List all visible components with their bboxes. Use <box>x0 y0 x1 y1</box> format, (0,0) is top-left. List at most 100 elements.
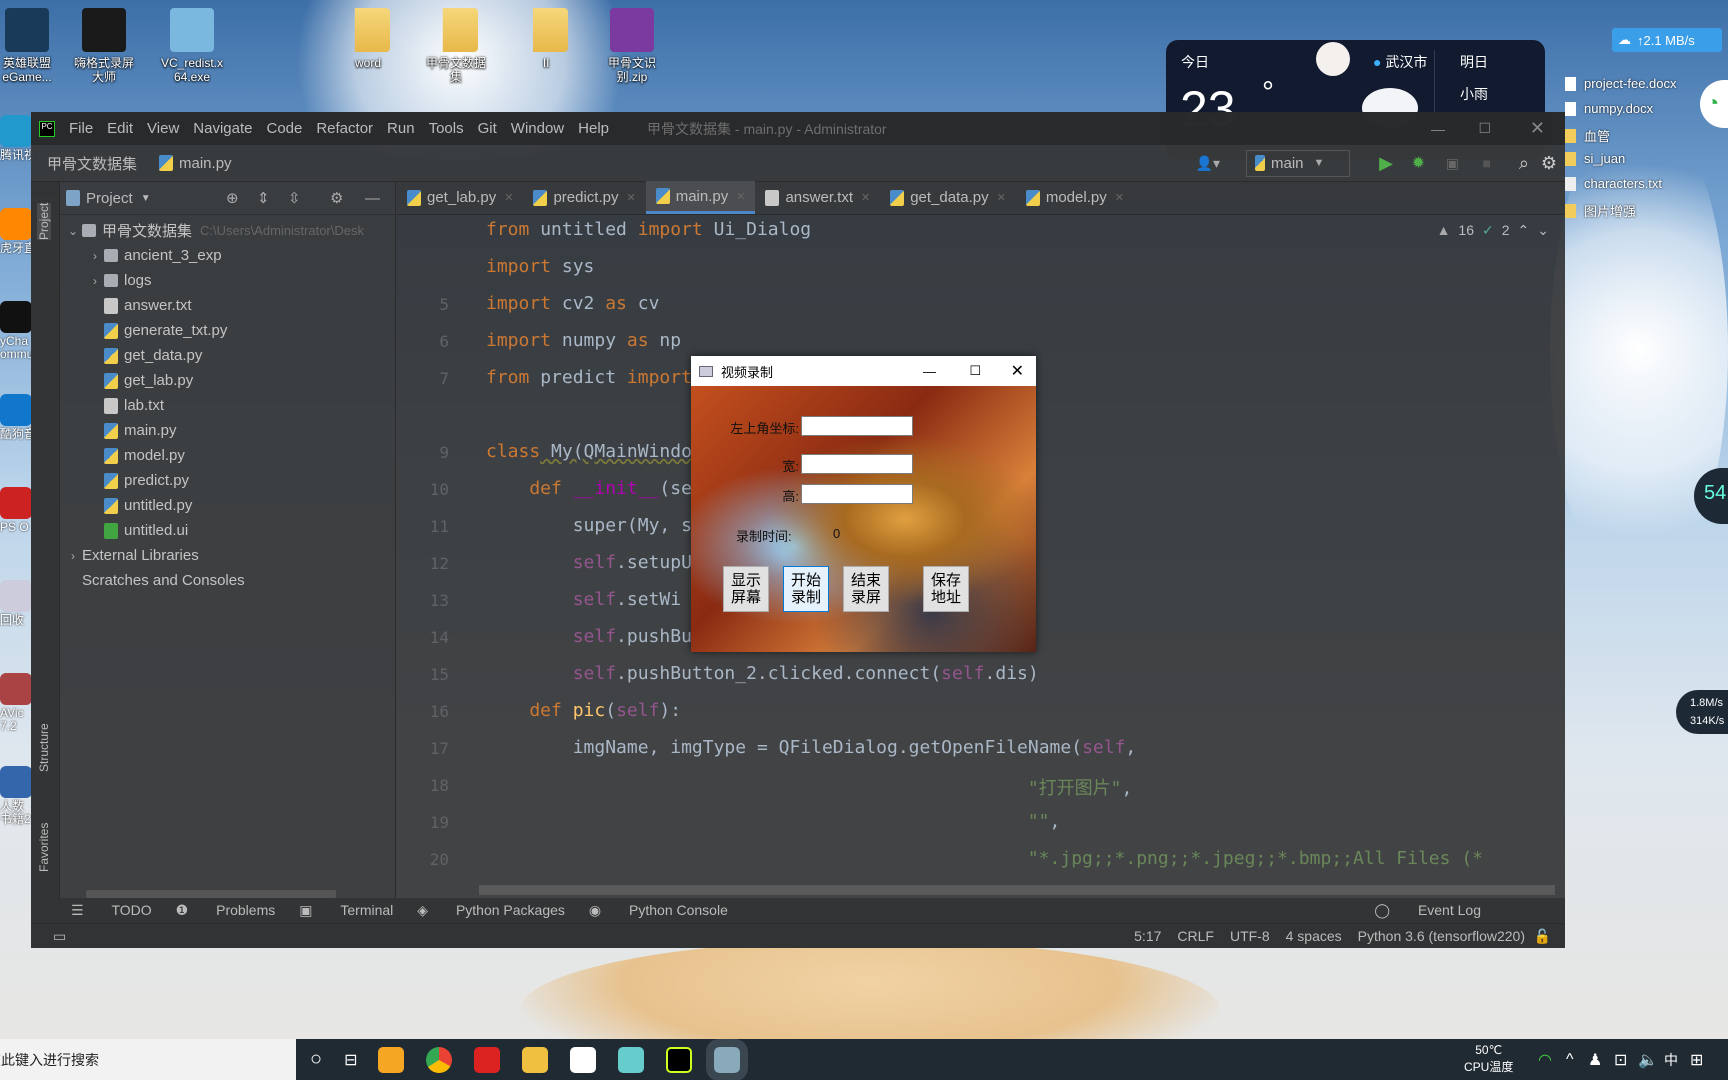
task-view-icon[interactable]: ⊟ <box>344 1050 357 1070</box>
stop-button[interactable]: ■ <box>1483 155 1491 171</box>
tab-close-icon[interactable]: ✕ <box>504 191 513 204</box>
file-explorer-icon[interactable] <box>521 1046 548 1073</box>
desktop-icon[interactable]: word <box>330 8 406 70</box>
height-input[interactable] <box>801 484 913 504</box>
status-item[interactable]: 5:17 <box>1134 928 1161 944</box>
toggle-tool-windows-icon[interactable]: ▭ <box>53 928 66 945</box>
cpu-temp[interactable]: 50℃ CPU温度 <box>1464 1042 1513 1076</box>
desktop-icon[interactable]: 酷狗音 <box>0 394 34 441</box>
menu-view[interactable]: View <box>147 120 179 137</box>
status-item[interactable]: Python 3.6 (tensorflow220) <box>1358 928 1525 944</box>
menu-tools[interactable]: Tools <box>429 120 464 137</box>
tab-get_data-py[interactable]: get_data.py ✕ <box>880 181 1016 214</box>
width-input[interactable] <box>801 454 913 474</box>
tray-chevron-up-icon[interactable]: ^ <box>1566 1051 1574 1069</box>
breadcrumb-project[interactable]: 甲骨文数据集 <box>47 153 137 174</box>
menu-window[interactable]: Window <box>511 120 564 137</box>
desktop-icon[interactable]: VC_redist.x 64.exe <box>154 8 230 84</box>
save-path-button[interactable]: 保存 地址 <box>923 566 969 612</box>
tab-answer-txt[interactable]: answer.txt ✕ <box>755 181 880 214</box>
run-config-select[interactable]: main ▼ <box>1246 149 1350 177</box>
wps-icon[interactable] <box>473 1046 500 1073</box>
net-monitor-widget[interactable]: 1.8M/s 314K/s <box>1676 690 1728 734</box>
stripe-project[interactable]: Project <box>37 202 51 240</box>
menu-git[interactable]: Git <box>478 120 497 137</box>
wifi-widget[interactable]: ◔ <box>1700 80 1728 128</box>
stripe-structure[interactable]: Structure <box>37 723 51 772</box>
close-button[interactable]: ✕ <box>1530 118 1545 139</box>
minimize-button[interactable]: — <box>1431 121 1445 137</box>
locate-icon[interactable]: ⊕ <box>226 189 239 207</box>
desktop-file[interactable]: project-fee.docx <box>1565 76 1677 91</box>
tab-get_lab-py[interactable]: get_lab.py ✕ <box>397 181 523 214</box>
tab-main-py[interactable]: main.py ✕ <box>645 181 756 214</box>
breadcrumb-file[interactable]: main.py <box>179 155 232 172</box>
show-screen-button[interactable]: 显示 屏幕 <box>723 566 769 612</box>
taskbar-search[interactable]: 在此键入进行搜索 <box>0 1039 296 1080</box>
tree-item[interactable]: get_data.py <box>86 343 202 368</box>
desktop-file[interactable]: numpy.docx <box>1565 101 1653 116</box>
menu-edit[interactable]: Edit <box>107 120 133 137</box>
tool-todo[interactable]: ☰ TODO <box>71 902 152 919</box>
tree-item[interactable]: main.py <box>86 418 177 443</box>
desktop-icon[interactable]: AVic 7.2 <box>0 673 34 733</box>
desktop-icon[interactable]: 虎牙直 <box>0 208 34 255</box>
tab-close-icon[interactable]: ✕ <box>997 191 1006 204</box>
weather-city[interactable]: ● 武汉市 <box>1373 52 1427 72</box>
event-log-button[interactable]: ◯ Event Log <box>1374 902 1505 919</box>
project-view-select[interactable]: Project <box>86 190 133 207</box>
volume-icon[interactable]: 🔈 <box>1638 1050 1658 1070</box>
tool-problems[interactable]: ❶ Problems <box>176 902 276 919</box>
tab-close-icon[interactable]: ✕ <box>736 190 745 203</box>
tab-close-icon[interactable]: ✕ <box>627 191 636 204</box>
chrome-icon[interactable] <box>425 1046 452 1073</box>
menu-code[interactable]: Code <box>266 120 302 137</box>
desktop-icon[interactable]: 英雄联盟 eGame... <box>0 8 65 84</box>
tree-item[interactable]: answer.txt <box>86 293 192 318</box>
desktop-icon[interactable]: II <box>508 8 584 70</box>
coverage-button[interactable]: ▣ <box>1446 155 1459 172</box>
tree-item[interactable]: › ancient_3_exp <box>86 243 222 268</box>
tree-item[interactable]: model.py <box>86 443 185 468</box>
dialog-maximize-button[interactable]: ☐ <box>969 363 981 379</box>
ime-indicator[interactable]: 中 <box>1664 1050 1678 1070</box>
keyboard-icon[interactable]: ⊞ <box>1690 1050 1703 1070</box>
tree-scratches[interactable]: Scratches and Consoles <box>64 568 245 593</box>
desktop-icon[interactable]: 甲骨文数据 集 <box>418 8 494 84</box>
tree-external-libraries[interactable]: › External Libraries <box>64 543 199 568</box>
tray-wifi-icon[interactable]: ◠ <box>1538 1050 1552 1070</box>
status-item[interactable]: UTF-8 <box>1230 928 1270 944</box>
tree-item[interactable]: untitled.py <box>86 493 192 518</box>
network-icon[interactable]: ⊡ <box>1614 1050 1627 1070</box>
menu-navigate[interactable]: Navigate <box>193 120 252 137</box>
desktop-icon[interactable]: 腾讯视 <box>0 115 34 162</box>
tool-python-packages[interactable]: ◈ Python Packages <box>417 902 565 919</box>
desktop-icon[interactable]: 回收 <box>0 580 34 627</box>
desktop-icon[interactable]: 甲骨文识 别.zip <box>594 8 670 84</box>
vcs-user-icon[interactable]: 👤▾ <box>1196 155 1220 172</box>
tab-close-icon[interactable]: ✕ <box>1115 191 1124 204</box>
settings-gear-icon[interactable]: ⚙ <box>1541 153 1557 174</box>
baidu-netdisk-icon[interactable] <box>569 1046 596 1073</box>
tree-root[interactable]: ⌄ 甲骨文数据集 C:\Users\Administrator\Desk <box>64 218 364 243</box>
tab-close-icon[interactable]: ✕ <box>861 191 870 204</box>
desktop-file[interactable]: characters.txt <box>1565 176 1662 191</box>
lock-icon[interactable]: 🔓 <box>1534 928 1551 945</box>
pycharm-taskbar-icon[interactable] <box>665 1046 692 1073</box>
desktop-icon[interactable]: PS O <box>0 487 34 534</box>
tool-python-console[interactable]: ◉ Python Console <box>589 902 728 919</box>
maximize-button[interactable]: ☐ <box>1478 120 1491 137</box>
desktop-icon[interactable]: yCha ommu <box>0 301 34 361</box>
status-item[interactable]: 4 spaces <box>1286 928 1342 944</box>
search-icon[interactable]: ⌕ <box>1519 153 1529 174</box>
start-recording-button[interactable]: 开始 录制 <box>783 566 829 612</box>
tree-item[interactable]: get_lab.py <box>86 368 193 393</box>
menu-file[interactable]: File <box>69 120 93 137</box>
desktop-icon[interactable]: 人数 书籍2 <box>0 766 34 826</box>
app-huya-icon[interactable] <box>377 1046 404 1073</box>
dialog-close-button[interactable]: ✕ <box>1011 361 1024 381</box>
tab-predict-py[interactable]: predict.py ✕ <box>523 181 645 214</box>
tool-terminal[interactable]: ▣ Terminal <box>299 902 393 919</box>
horizontal-scrollbar[interactable] <box>86 890 336 898</box>
desktop-file[interactable]: 图片增强 <box>1565 201 1636 220</box>
